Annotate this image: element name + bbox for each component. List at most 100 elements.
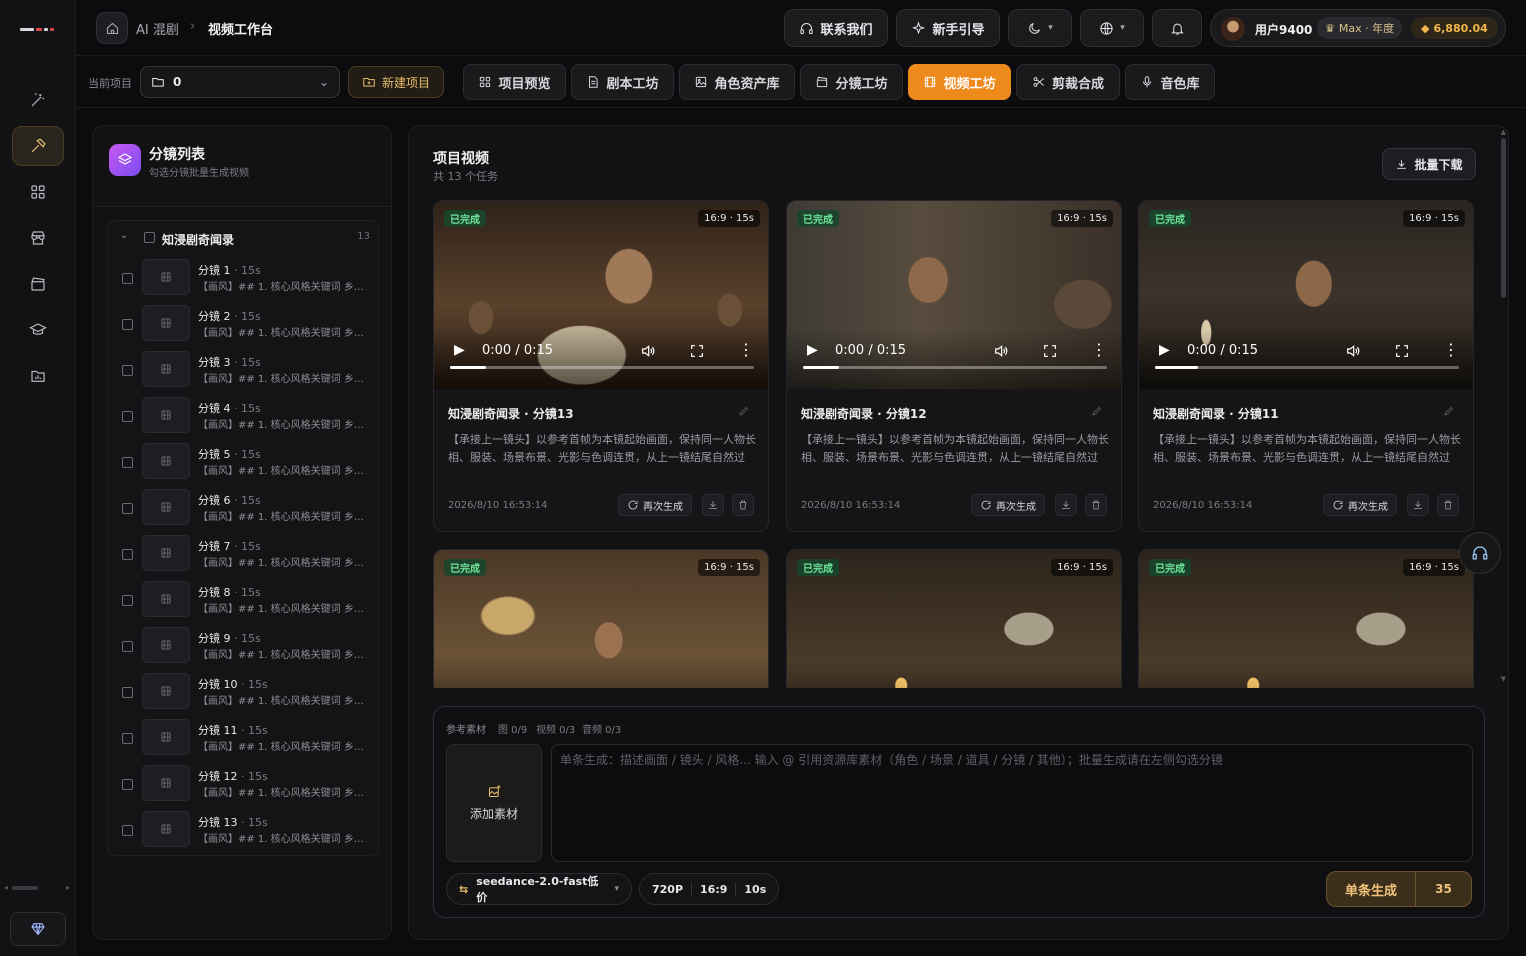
tab-grid[interactable]: 项目预览 [463, 64, 566, 100]
fullscreen-icon[interactable] [689, 343, 705, 362]
resolution-value[interactable]: 720P [652, 883, 683, 896]
list-item[interactable]: 分镜 11 · 15s 【画风】## 1. 核心风格关键词 乡土... [108, 717, 378, 759]
item-checkbox[interactable] [122, 319, 133, 330]
download-button[interactable] [1407, 494, 1429, 516]
list-item[interactable]: 分镜 4 · 15s 【画风】## 1. 核心风格关键词 乡土... [108, 395, 378, 437]
edit-icon[interactable] [1443, 405, 1455, 420]
progress-bar[interactable] [803, 366, 1107, 369]
volume-icon[interactable] [1345, 343, 1361, 362]
volume-icon[interactable] [993, 343, 1009, 362]
fullscreen-icon[interactable] [1042, 343, 1058, 362]
list-item[interactable]: 分镜 10 · 15s 【画风】## 1. 核心风格关键词 乡土... [108, 671, 378, 713]
home-button[interactable] [96, 12, 128, 44]
list-item[interactable]: 分镜 12 · 15s 【画风】## 1. 核心风格关键词 乡土... [108, 763, 378, 805]
delete-button[interactable] [1437, 494, 1459, 516]
app-logo[interactable] [20, 26, 56, 34]
edit-icon[interactable] [1091, 405, 1103, 420]
list-item[interactable]: 分镜 7 · 15s 【画风】## 1. 核心风格关键词 乡土... [108, 533, 378, 575]
video-player[interactable]: 已完成16:9 · 15s▶0:00 / 0:15⋮ [787, 201, 1121, 389]
scroll-down-arrow[interactable]: ▼ [1501, 675, 1506, 683]
guide-button[interactable]: 新手引导 [896, 9, 1000, 47]
support-button[interactable] [1459, 532, 1501, 574]
notifications-button[interactable] [1152, 9, 1202, 47]
hammer-icon[interactable] [12, 126, 64, 166]
video-player[interactable]: 已完成16:9 · 15s▶0:00 / 0:15⋮ [1139, 201, 1473, 389]
item-checkbox[interactable] [122, 411, 133, 422]
list-item[interactable]: 分镜 2 · 15s 【画风】## 1. 核心风格关键词 乡土... [108, 303, 378, 345]
delete-button[interactable] [732, 494, 754, 516]
more-icon[interactable]: ⋮ [1443, 340, 1459, 359]
item-checkbox[interactable] [122, 641, 133, 652]
more-icon[interactable]: ⋮ [738, 340, 754, 359]
volume-icon[interactable] [640, 343, 656, 362]
list-item[interactable]: 分镜 9 · 15s 【画风】## 1. 核心风格关键词 乡土... [108, 625, 378, 667]
delete-button[interactable] [1085, 494, 1107, 516]
breadcrumb-root[interactable]: AI 混剧 [136, 19, 179, 38]
tab-clapper[interactable]: 分镜工坊 [800, 64, 903, 100]
magic-wand-icon[interactable] [12, 80, 64, 120]
group-header[interactable]: ⌄ 知浸剧奇闻录 13 [108, 221, 378, 253]
item-checkbox[interactable] [122, 365, 133, 376]
regenerate-button[interactable]: 再次生成 [1323, 494, 1397, 516]
progress-bar[interactable] [450, 366, 754, 369]
video-scrollbar[interactable] [1501, 138, 1506, 298]
download-button[interactable] [702, 494, 724, 516]
item-checkbox[interactable] [122, 825, 133, 836]
edit-icon[interactable] [738, 405, 750, 420]
list-item[interactable]: 分镜 1 · 15s 【画风】## 1. 核心风格关键词 乡土... [108, 257, 378, 299]
generation-params[interactable]: 720P 16:9 10s [639, 873, 780, 905]
more-icon[interactable]: ⋮ [1091, 340, 1107, 359]
tab-image[interactable]: 角色资产库 [679, 64, 795, 100]
balance-badge[interactable]: ◆ 6,880.04 [1411, 17, 1498, 39]
item-checkbox[interactable] [122, 779, 133, 790]
graduation-cap-icon[interactable] [12, 310, 64, 350]
duration-value[interactable]: 10s [744, 883, 766, 896]
video-player[interactable]: 已完成16:9 · 15s▶0:00 / 0:15⋮ [1139, 550, 1473, 688]
fullscreen-icon[interactable] [1394, 343, 1410, 362]
scroll-up-arrow[interactable]: ▲ [1501, 128, 1506, 136]
generate-button[interactable]: 单条生成 35 [1326, 871, 1472, 907]
item-checkbox[interactable] [122, 273, 133, 284]
diamond-icon[interactable] [10, 912, 66, 946]
item-checkbox[interactable] [122, 595, 133, 606]
list-item[interactable]: 分镜 6 · 15s 【画风】## 1. 核心风格关键词 乡土... [108, 487, 378, 529]
list-item[interactable]: 分镜 8 · 15s 【画风】## 1. 核心风格关键词 乡土... [108, 579, 378, 621]
add-material-button[interactable]: 添加素材 [446, 744, 542, 862]
ratio-value[interactable]: 16:9 [700, 883, 727, 896]
list-item[interactable]: 分镜 3 · 15s 【画风】## 1. 核心风格关键词 乡土... [108, 349, 378, 391]
group-checkbox[interactable] [144, 232, 155, 243]
theme-toggle[interactable]: ▾ [1008, 9, 1072, 47]
item-checkbox[interactable] [122, 549, 133, 560]
chevron-down-icon[interactable]: ⌄ [120, 230, 128, 241]
list-item[interactable]: 分镜 5 · 15s 【画风】## 1. 核心风格关键词 乡土... [108, 441, 378, 483]
video-player[interactable]: 已完成16:9 · 15s▶0:00 / 0:15⋮ [434, 550, 768, 688]
contact-button[interactable]: 联系我们 [784, 9, 888, 47]
item-checkbox[interactable] [122, 457, 133, 468]
play-icon[interactable]: ▶ [1159, 342, 1170, 358]
tab-mic[interactable]: 音色库 [1125, 64, 1215, 100]
regenerate-button[interactable]: 再次生成 [618, 494, 692, 516]
grid-icon[interactable] [12, 172, 64, 212]
video-player[interactable]: 已完成16:9 · 15s▶0:00 / 0:15⋮ [787, 550, 1121, 688]
item-checkbox[interactable] [122, 503, 133, 514]
store-icon[interactable] [12, 218, 64, 258]
play-icon[interactable]: ▶ [807, 342, 818, 358]
tab-scissors[interactable]: 剪裁合成 [1016, 64, 1120, 100]
language-select[interactable]: ▾ [1080, 9, 1144, 47]
folder-chart-icon[interactable] [12, 356, 64, 396]
regenerate-button[interactable]: 再次生成 [971, 494, 1045, 516]
video-player[interactable]: 已完成16:9 · 15s▶0:00 / 0:15⋮ [434, 201, 768, 389]
model-select[interactable]: ⇆ seedance-2.0-fast低价 ▾ [446, 873, 632, 905]
prompt-input[interactable] [551, 744, 1473, 862]
batch-download-button[interactable]: 批量下载 [1382, 148, 1476, 180]
tab-film[interactable]: 视频工坊 [908, 64, 1011, 100]
project-select[interactable]: 0 ⌄ [140, 66, 340, 98]
download-button[interactable] [1055, 494, 1077, 516]
new-project-button[interactable]: 新建项目 [348, 66, 444, 98]
tab-document[interactable]: 剧本工坊 [571, 64, 674, 100]
item-checkbox[interactable] [122, 687, 133, 698]
rail-scrollbar[interactable] [12, 886, 38, 890]
user-menu[interactable]: 用户9400 ♛ Max · 年度 ◆ 6,880.04 [1210, 9, 1506, 47]
progress-bar[interactable] [1155, 366, 1459, 369]
list-item[interactable]: 分镜 13 · 15s 【画风】## 1. 核心风格关键词 乡土... [108, 809, 378, 851]
